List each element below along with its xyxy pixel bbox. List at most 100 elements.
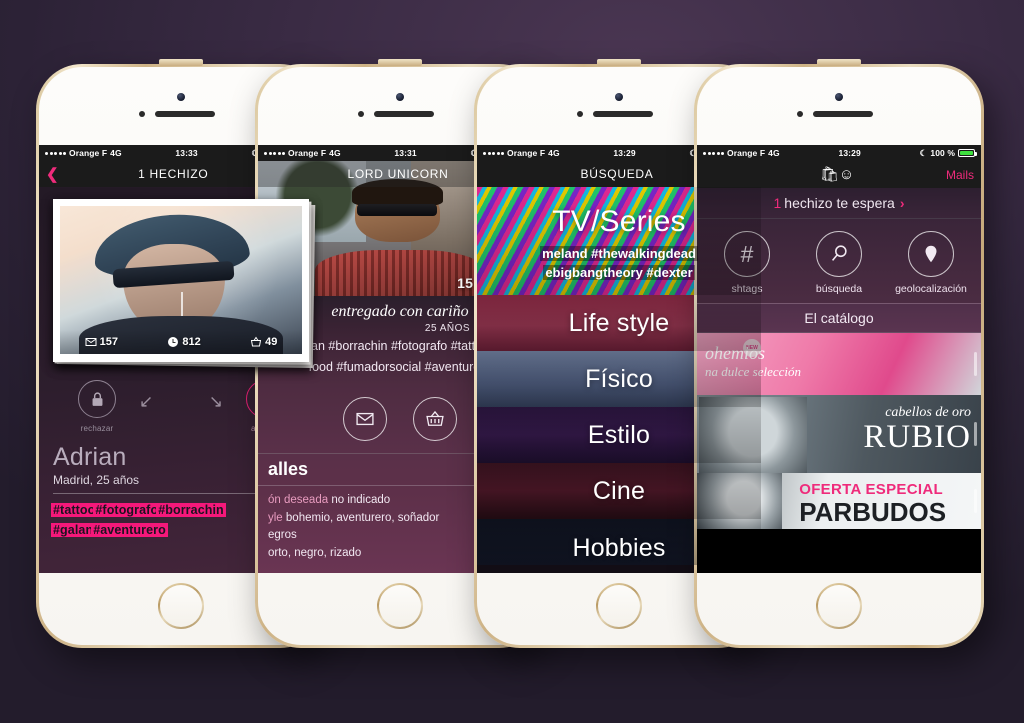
home-button[interactable] [377,583,423,629]
status-bar-4: Orange F 4G 13:29 ☾ 100 % [697,145,981,161]
page-title: 1 HECHIZO [138,167,209,181]
search-icon [831,245,847,261]
shopping-cart-person-icon[interactable]: 🛍☺ [820,167,854,182]
tag-item[interactable]: #tattoo [53,503,96,517]
earpiece-speaker [593,111,653,117]
earpiece-speaker [374,111,434,117]
signal-dots-icon [264,151,285,155]
home-button[interactable] [158,583,204,629]
photo-card-stack[interactable]: 157 812 49 [53,199,316,369]
stat-time-value: 812 [182,336,201,348]
category-tv-series[interactable]: TV/Series meland #thewalkingdead ebigban… [477,187,761,295]
category-fisico[interactable]: Físico [477,351,761,407]
screen-3[interactable]: Orange F 4G 13:29 ☾ ➤ 100 % BÚSQUEDA Mai… [477,145,761,573]
scroll-indicator[interactable] [974,489,977,513]
arrow-right-icon: ↘ [208,392,223,411]
clock-label: 13:29 [613,148,636,158]
category-hobbies[interactable]: Hobbies [477,519,761,565]
promo-headline: RUBIO [863,419,971,455]
reject-label: rechazar [80,424,114,433]
tag-item[interactable]: #borrachin [158,503,224,517]
stat-messages: 157 [85,336,118,348]
clock-label: 13:33 [175,148,198,158]
geolocation-button[interactable] [908,231,954,277]
arrow-left-icon: ↙ [139,392,154,411]
scroll-indicator[interactable] [974,352,977,376]
stat-messages-value: 157 [99,336,119,348]
reject-action[interactable]: rechazar [65,380,129,433]
chevron-right-icon: › [899,195,905,211]
profile-photo: 157 812 49 [60,206,302,354]
earpiece-speaker [813,111,873,117]
photo-card-front[interactable]: 157 812 49 [53,199,309,362]
category-label: Estilo [587,420,651,449]
phone-top-nub [378,59,422,66]
tag-item[interactable]: #galan [53,523,94,538]
front-camera-icon [396,93,404,101]
earpiece-speaker [155,111,215,117]
category-label: Cine [592,476,646,505]
tool-label: geolocalización [895,283,967,295]
detail-label: ón deseada [268,493,329,506]
proximity-sensor-icon [139,111,145,117]
category-label: Life style [568,308,670,337]
tag-item[interactable]: #aventurero [93,523,166,538]
detail-value: orto, negro, rizado [268,547,362,560]
category-cine[interactable]: Cine [477,463,761,519]
carrier-label: Orange F [288,148,327,158]
signal-dots-icon [483,151,504,155]
network-label: 4G [110,148,122,158]
page-title: LORD UNICORN [347,167,449,181]
status-left-4: Orange F 4G [703,148,780,158]
stat-time: 812 [167,336,201,348]
nav-bar-4: 🛍☺ Mails [697,161,981,188]
tag-item[interactable]: #fotografo [95,503,159,517]
envelope-icon [356,412,374,425]
back-button[interactable]: ❮ [46,167,59,182]
clock-label: 13:29 [838,148,861,158]
home-button[interactable] [596,583,642,629]
carrier-label: Orange F [507,148,546,158]
proximity-sensor-icon [797,111,803,117]
promo-headline: PARBUDOS [799,497,947,527]
tool-label: búsqueda [815,283,863,295]
home-button[interactable] [816,583,862,629]
clock-label: 13:31 [394,148,417,158]
front-camera-icon [835,93,843,101]
message-button[interactable] [343,396,387,441]
battery-percent-label: 100 % [930,148,955,158]
hechizo-count: 1 [773,195,782,211]
proximity-sensor-icon [577,111,583,117]
basket-button[interactable] [413,396,457,441]
network-label: 4G [768,148,780,158]
status-left-2: Orange F 4G [264,148,341,158]
category-label: Físico [585,364,653,393]
category-estilo[interactable]: Estilo [477,407,761,463]
search-button[interactable] [816,231,862,277]
status-left-3: Orange F 4G [483,148,560,158]
moon-icon: ☾ [919,147,928,158]
lock-closed-icon [92,391,102,406]
status-right-4: ☾ 100 % [919,147,977,159]
hechizo-text: hechizo te espera [784,195,895,211]
envelope-icon [85,338,97,346]
tv-tags-line-2: ebigbangtheory #dexter [543,265,695,281]
basket-icon [426,410,444,426]
tool-search[interactable]: búsqueda [793,231,885,295]
category-tags: meland #thewalkingdead ebigbangtheory #d… [477,245,761,283]
detail-value: no indicado [331,493,391,506]
mails-button[interactable]: Mails [946,168,974,182]
category-life-style[interactable]: Life style [477,295,761,351]
stat-basket-value: 49 [265,336,278,348]
pin-icon [925,245,937,263]
phone-top-nub [817,59,861,66]
stat-basket: 49 [250,336,277,348]
tool-geolocation[interactable]: geolocalización [885,231,977,295]
signal-dots-icon [703,151,724,155]
phone-top-nub [159,59,203,66]
page-title: BÚSQUEDA [580,167,654,181]
reject-button[interactable] [78,380,116,418]
category-label: TV/Series [552,205,686,238]
scroll-indicator[interactable] [974,422,977,446]
front-camera-icon [615,93,623,101]
